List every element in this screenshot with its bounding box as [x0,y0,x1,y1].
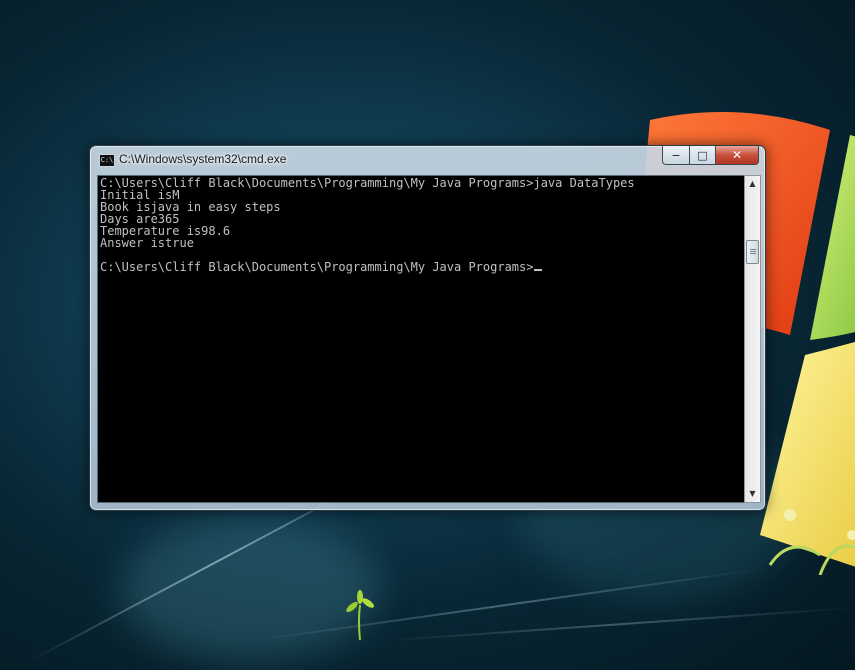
cmd-window[interactable]: C:\ C:\Windows\system32\cmd.exe − □ ✕ C:… [89,145,766,511]
grip-line [750,251,756,252]
console-line: C:\Users\Cliff Black\Documents\Programmi… [100,176,635,190]
close-icon: ✕ [731,148,743,162]
title-bar[interactable]: C:\ C:\Windows\system32\cmd.exe − □ ✕ [90,146,765,174]
scroll-up-button[interactable]: ▲ [745,176,760,192]
grip-line [750,249,756,250]
cmd-app-icon[interactable]: C:\ [99,154,115,167]
console-line: Book isjava in easy steps [100,200,281,214]
window-title: C:\Windows\system32\cmd.exe [119,152,287,166]
console-prompt-line[interactable]: C:\Users\Cliff Black\Documents\Programmi… [100,261,635,273]
vertical-scrollbar[interactable]: ▲ ▼ [744,175,761,503]
maximize-button[interactable]: □ [690,146,716,165]
window-controls: − □ ✕ [662,146,759,165]
arrow-up-icon: ▲ [749,179,756,188]
arrow-down-icon: ▼ [749,489,756,498]
console-prompt: C:\Users\Cliff Black\Documents\Programmi… [100,260,534,274]
leaf-graphic [346,590,374,641]
text-cursor [534,269,543,271]
minimize-icon: − [671,148,681,162]
console-text: C:\Users\Cliff Black\Documents\Programmi… [100,177,635,273]
console-line: Answer istrue [100,236,194,250]
scroll-down-button[interactable]: ▼ [745,486,760,502]
console-output-area[interactable]: C:\Users\Cliff Black\Documents\Programmi… [97,175,745,503]
scrollbar-thumb[interactable] [746,240,759,264]
maximize-icon: □ [697,148,708,162]
minimize-button[interactable]: − [662,146,690,165]
grip-line [750,253,756,254]
close-button[interactable]: ✕ [716,146,759,165]
